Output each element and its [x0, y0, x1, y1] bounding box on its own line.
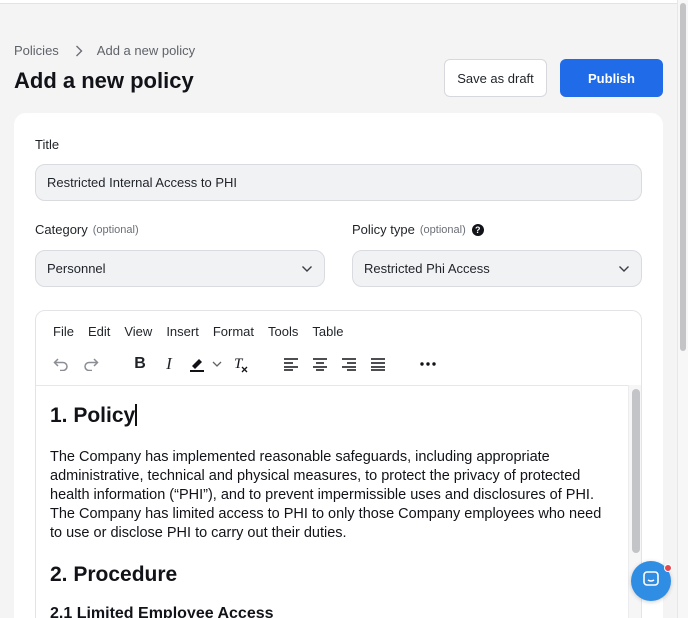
bold-icon[interactable]: B — [129, 349, 151, 379]
page-title: Add a new policy — [14, 68, 194, 93]
top-bar — [0, 0, 677, 4]
save-as-draft-button[interactable]: Save as draft — [444, 59, 547, 97]
undo-icon[interactable] — [50, 349, 72, 379]
align-left-icon[interactable] — [280, 349, 302, 379]
redo-icon[interactable] — [80, 349, 102, 379]
menu-table[interactable]: Table — [312, 324, 343, 339]
category-label: Category (optional) — [35, 222, 139, 237]
policy-type-optional-text: (optional) — [419, 223, 466, 236]
title-label-text: Title — [35, 137, 60, 152]
content-heading-3: 2.1 Limited Employee Access — [50, 605, 274, 618]
highlight-icon[interactable] — [186, 349, 208, 379]
page-scrollbar-thumb[interactable] — [680, 3, 686, 351]
menu-file[interactable]: File — [53, 324, 74, 339]
content-paragraph: The Company has implemented reasonable s… — [50, 449, 602, 541]
category-select-value: Personnel — [47, 261, 106, 276]
clear-format-icon[interactable]: T — [230, 349, 252, 379]
breadcrumb-current: Add a new policy — [96, 43, 196, 58]
chevron-down-icon[interactable] — [210, 349, 224, 379]
policy-type-select-value: Restricted Phi Access — [364, 261, 490, 276]
menu-insert[interactable]: Insert — [166, 324, 199, 339]
breadcrumb: Policies Add a new policy — [14, 43, 195, 58]
page-scrollbar[interactable] — [677, 0, 688, 618]
policy-type-label-text: Policy type — [352, 222, 415, 237]
category-select[interactable]: Personnel — [35, 250, 325, 287]
title-label: Title — [35, 137, 59, 152]
text-caret — [135, 404, 137, 426]
menu-view[interactable]: View — [124, 324, 152, 339]
publish-button[interactable]: Publish — [560, 59, 663, 97]
content-heading-1: 1. Policy — [50, 404, 614, 428]
justify-icon[interactable] — [367, 349, 389, 379]
editor-content[interactable]: 1. Policy The Company has implemented re… — [36, 385, 628, 618]
title-input-value: Restricted Internal Access to PHI — [47, 175, 238, 190]
chevron-down-icon — [301, 261, 313, 276]
svg-text:T: T — [234, 356, 244, 372]
menu-format[interactable]: Format — [213, 324, 254, 339]
category-optional-text: (optional) — [92, 223, 139, 236]
align-center-icon[interactable] — [309, 349, 331, 379]
menu-tools[interactable]: Tools — [268, 324, 298, 339]
policy-type-select[interactable]: Restricted Phi Access — [352, 250, 642, 287]
notification-dot — [664, 564, 672, 572]
policy-type-label: Policy type (optional) ? — [352, 222, 484, 237]
rich-text-editor: File Edit View Insert Format Tools Table… — [35, 310, 642, 618]
chat-icon — [642, 570, 660, 593]
category-label-text: Category — [35, 222, 88, 237]
breadcrumb-policies-link[interactable]: Policies — [14, 43, 59, 58]
italic-icon[interactable]: I — [158, 349, 180, 379]
title-input[interactable]: Restricted Internal Access to PHI — [35, 164, 642, 201]
editor-scrollbar-thumb[interactable] — [632, 389, 640, 553]
chevron-right-icon — [75, 45, 83, 57]
editor-menubar: File Edit View Insert Format Tools Table — [53, 324, 357, 339]
content-heading-1-text: 1. Policy — [50, 404, 136, 427]
menu-edit[interactable]: Edit — [88, 324, 110, 339]
help-icon[interactable]: ? — [471, 223, 484, 236]
content-heading-2: 2. Procedure — [50, 563, 178, 586]
align-right-icon[interactable] — [338, 349, 360, 379]
editor-toolbar: B I T — [36, 349, 641, 385]
more-icon[interactable] — [417, 349, 439, 379]
chevron-down-icon — [618, 261, 630, 276]
